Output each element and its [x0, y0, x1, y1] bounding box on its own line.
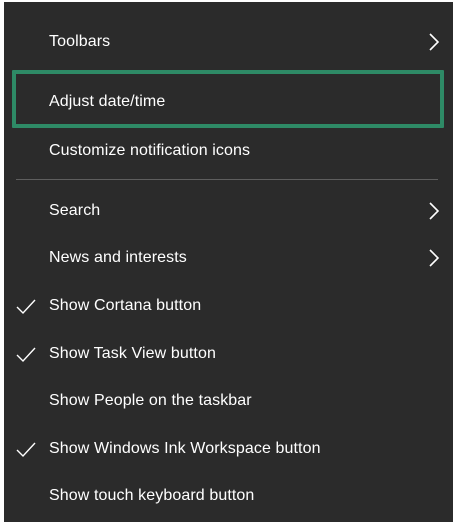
checkmark-icon — [16, 347, 36, 363]
menu-item-show-windows-ink-workspace-button[interactable]: Show Windows Ink Workspace button — [4, 427, 453, 471]
menu-item-label: Show Task View button — [49, 345, 216, 362]
menu-item-label: Search — [49, 202, 101, 219]
menu-item-label: Customize notification icons — [49, 142, 251, 159]
menu-separator — [16, 179, 438, 180]
chevron-right-icon — [429, 249, 440, 267]
menu-item-show-task-view-button[interactable]: Show Task View button — [4, 332, 453, 376]
menu-item-label: Show touch keyboard button — [49, 487, 255, 504]
menu-item-show-touch-keyboard-button[interactable]: Show touch keyboard button — [4, 474, 453, 518]
taskbar-context-menu: Toolbars Adjust date/time Customize noti… — [4, 2, 453, 522]
menu-item-search[interactable]: Search — [4, 189, 453, 233]
menu-item-show-cortana-button[interactable]: Show Cortana button — [4, 284, 453, 328]
menu-item-customize-notification-icons[interactable]: Customize notification icons — [4, 129, 453, 173]
menu-item-adjust-date-time[interactable]: Adjust date/time — [4, 80, 453, 124]
menu-item-label: Show People on the taskbar — [49, 392, 252, 409]
checkmark-icon — [16, 299, 36, 315]
menu-item-news-and-interests[interactable]: News and interests — [4, 236, 453, 280]
menu-item-show-people-on-taskbar[interactable]: Show People on the taskbar — [4, 379, 453, 423]
checkmark-icon — [16, 442, 36, 458]
menu-item-label: Show Windows Ink Workspace button — [49, 440, 321, 457]
menu-item-label: Show Cortana button — [49, 297, 202, 314]
menu-item-label: News and interests — [49, 249, 187, 266]
chevron-right-icon — [429, 202, 440, 220]
chevron-right-icon — [429, 33, 440, 51]
menu-item-toolbars[interactable]: Toolbars — [4, 20, 453, 64]
menu-item-label: Adjust date/time — [49, 93, 166, 110]
menu-item-label: Toolbars — [49, 33, 111, 50]
